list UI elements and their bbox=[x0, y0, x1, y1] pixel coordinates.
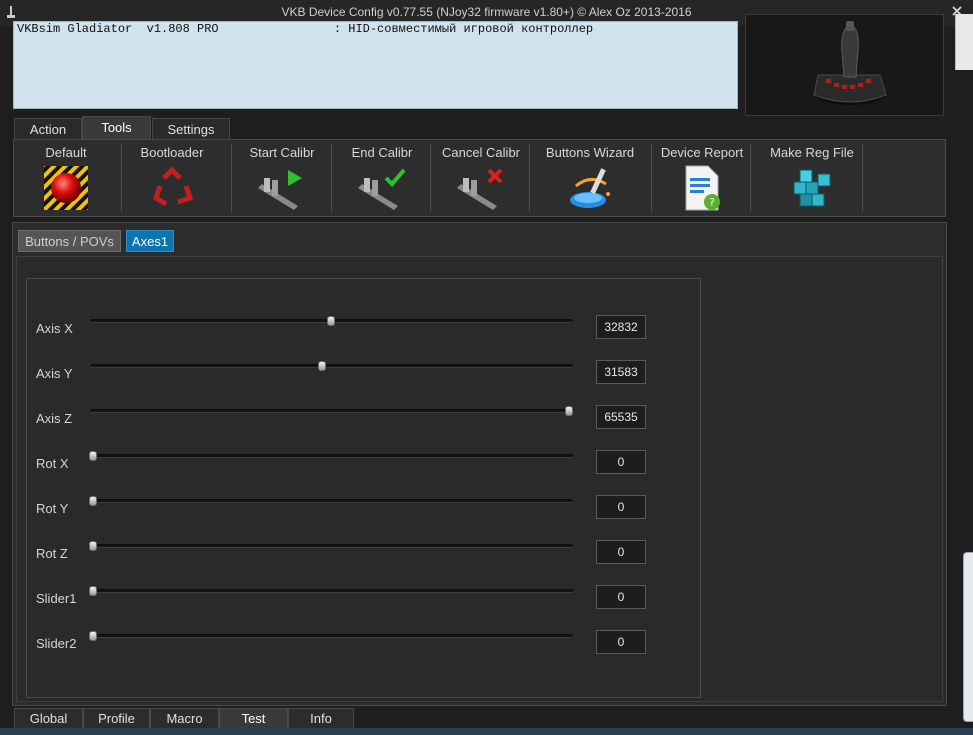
side-panel-edge[interactable] bbox=[963, 552, 973, 722]
recycle-icon bbox=[152, 166, 194, 207]
axis-slider[interactable] bbox=[90, 316, 573, 326]
tab-profile[interactable]: Profile bbox=[83, 708, 150, 730]
axis-value-field: 0 bbox=[596, 495, 646, 519]
axis-label: Rot X bbox=[36, 456, 69, 471]
tab-info[interactable]: Info bbox=[288, 708, 354, 730]
device-report-label: Device Report bbox=[660, 145, 744, 160]
bootloader-label: Bootloader bbox=[140, 145, 204, 160]
tab-axes1[interactable]: Axes1 bbox=[126, 230, 174, 252]
axis-value-field: 0 bbox=[596, 540, 646, 564]
slider-thumb[interactable] bbox=[327, 316, 336, 326]
axis-value-field: 65535 bbox=[596, 405, 646, 429]
tab-buttons-povs[interactable]: Buttons / POVs bbox=[18, 230, 121, 252]
tab-action[interactable]: Action bbox=[14, 118, 82, 140]
cancel-calibr-button[interactable]: Cancel Calibr bbox=[433, 140, 529, 216]
default-label: Default bbox=[45, 145, 87, 160]
document-help-icon: ? bbox=[685, 165, 720, 211]
svg-text:?: ? bbox=[709, 196, 715, 209]
end-calibr-label: End Calibr bbox=[351, 145, 413, 160]
caliper-check-icon bbox=[358, 168, 406, 210]
joystick-image bbox=[813, 21, 887, 105]
slider-thumb[interactable] bbox=[89, 631, 97, 641]
make-reg-file-label: Make Reg File bbox=[770, 145, 854, 160]
tab-settings[interactable]: Settings bbox=[152, 118, 230, 140]
buttons-wizard-button[interactable]: Buttons Wizard bbox=[540, 140, 640, 216]
taskbar bbox=[0, 728, 973, 735]
make-reg-file-button[interactable]: Make Reg File bbox=[761, 140, 863, 216]
cancel-calibr-label: Cancel Calibr bbox=[441, 145, 521, 160]
axis-label: Axis X bbox=[36, 321, 73, 336]
bootloader-button[interactable]: Bootloader bbox=[124, 140, 220, 216]
axis-slider[interactable] bbox=[90, 361, 573, 371]
slider-thumb[interactable] bbox=[318, 361, 327, 371]
end-calibr-button[interactable]: End Calibr bbox=[334, 140, 430, 216]
axis-value-field: 0 bbox=[596, 630, 646, 654]
axis-slider[interactable] bbox=[89, 451, 573, 461]
axis-value-field: 0 bbox=[596, 450, 646, 474]
axis-label: Slider2 bbox=[36, 636, 77, 651]
buttons-wizard-label: Buttons Wizard bbox=[545, 145, 635, 160]
slider-thumb[interactable] bbox=[89, 451, 97, 461]
tab-global[interactable]: Global bbox=[14, 708, 83, 730]
magic-wand-icon bbox=[570, 168, 610, 208]
axis-label: Slider1 bbox=[36, 591, 77, 606]
start-calibr-label: Start Calibr bbox=[249, 145, 315, 160]
slider-thumb[interactable] bbox=[89, 586, 97, 596]
device-list[interactable]: VKBsim Gladiator v1.808 PRO : HID-совмес… bbox=[13, 21, 738, 109]
axis-label: Rot Z bbox=[36, 546, 68, 561]
red-button-icon bbox=[44, 166, 88, 210]
axis-slider[interactable] bbox=[89, 631, 573, 641]
axis-label: Axis Y bbox=[36, 366, 73, 381]
axis-value-field: 31583 bbox=[596, 360, 646, 384]
axis-value-field: 0 bbox=[596, 585, 646, 609]
axis-label: Rot Y bbox=[36, 501, 69, 516]
axis-slider[interactable] bbox=[89, 541, 573, 551]
tab-test[interactable]: Test bbox=[219, 708, 288, 730]
axis-slider[interactable] bbox=[89, 586, 573, 596]
registry-cubes-icon bbox=[793, 169, 831, 207]
tab-macro[interactable]: Macro bbox=[150, 708, 219, 730]
device-image bbox=[745, 14, 944, 116]
slider-thumb[interactable] bbox=[565, 406, 573, 416]
scrollbar[interactable] bbox=[955, 14, 973, 70]
default-button[interactable]: Default bbox=[22, 140, 110, 216]
slider-thumb[interactable] bbox=[89, 541, 97, 551]
axis-slider[interactable] bbox=[89, 496, 573, 506]
start-calibr-button[interactable]: Start Calibr bbox=[234, 140, 330, 216]
slider-thumb[interactable] bbox=[89, 496, 97, 506]
caliper-cancel-icon bbox=[457, 168, 503, 210]
axis-slider[interactable] bbox=[90, 406, 573, 416]
tab-tools[interactable]: Tools bbox=[82, 116, 151, 140]
caliper-play-icon bbox=[258, 170, 302, 210]
device-report-button[interactable]: Device Report ? bbox=[654, 140, 750, 216]
device-list-item[interactable]: VKBsim Gladiator v1.808 PRO : HID-совмес… bbox=[14, 22, 737, 36]
tools-toolbar: Default Bootloader Start Calibr End Cali… bbox=[13, 139, 946, 217]
axis-value-field: 32832 bbox=[596, 315, 646, 339]
axis-label: Axis Z bbox=[36, 411, 73, 426]
